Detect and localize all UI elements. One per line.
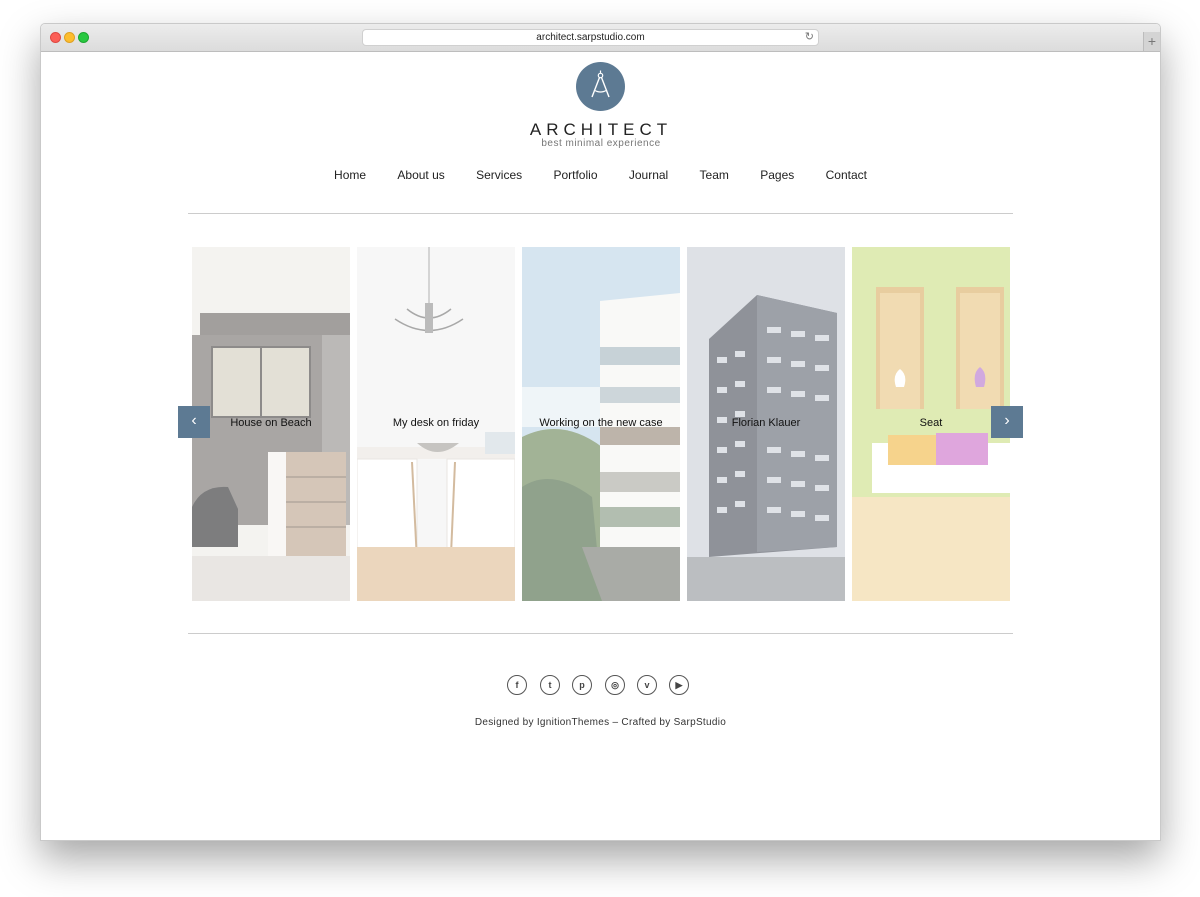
compass-icon[interactable] — [576, 62, 625, 111]
nav-item-journal[interactable]: Journal — [629, 168, 668, 182]
twitter-icon[interactable]: t — [540, 675, 560, 695]
nav-item-pages[interactable]: Pages — [760, 168, 794, 182]
slider-prev-button[interactable]: ‹ — [178, 406, 210, 438]
youtube-icon[interactable]: ▶ — [669, 675, 689, 695]
reload-icon[interactable]: ↻ — [805, 30, 814, 45]
slide-caption[interactable]: House on Beach — [192, 417, 350, 429]
nav-item-team[interactable]: Team — [700, 168, 729, 182]
nav-item-contact[interactable]: Contact — [826, 168, 867, 182]
slide-caption[interactable]: Seat — [852, 417, 1010, 429]
browser-titlebar: architect.sarpstudio.com ↻ + — [41, 24, 1160, 52]
zoom-window-button[interactable] — [78, 32, 89, 43]
slide-caption[interactable]: Florian Klauer — [687, 417, 845, 429]
site-tagline: best minimal experience — [541, 138, 661, 149]
chevron-right-icon: › — [1004, 412, 1010, 429]
nav-item-portfolio[interactable]: Portfolio — [553, 168, 597, 182]
nav-item-home[interactable]: Home — [334, 168, 366, 182]
slide-caption[interactable]: My desk on friday — [357, 417, 515, 429]
minimize-window-button[interactable] — [64, 32, 75, 43]
nav-item-about-us[interactable]: About us — [397, 168, 444, 182]
slide-house-on-beach[interactable]: House on Beach — [192, 247, 350, 601]
pinterest-icon[interactable]: p — [572, 675, 592, 695]
slide-seat[interactable]: Seat — [852, 247, 1010, 601]
address-bar[interactable]: architect.sarpstudio.com ↻ — [362, 29, 819, 46]
new-tab-button[interactable]: + — [1143, 32, 1160, 51]
bottom-divider — [188, 633, 1013, 634]
nav-item-services[interactable]: Services — [476, 168, 522, 182]
slide-working-on-the-new-case[interactable]: Working on the new case — [522, 247, 680, 601]
facebook-icon[interactable]: f — [507, 675, 527, 695]
top-divider — [188, 213, 1013, 214]
slide-my-desk-on-friday[interactable]: My desk on friday — [357, 247, 515, 601]
slider-next-button[interactable]: › — [991, 406, 1023, 438]
close-window-button[interactable] — [50, 32, 61, 43]
page-content: ARCHITECT best minimal experience Home A… — [41, 52, 1160, 840]
slide-florian-klauer[interactable]: Florian Klauer — [687, 247, 845, 601]
dribbble-icon[interactable]: ◎ — [605, 675, 625, 695]
chevron-left-icon: ‹ — [191, 412, 197, 429]
browser-window: architect.sarpstudio.com ↻ + ARCHITECT b… — [40, 23, 1161, 841]
site-title[interactable]: ARCHITECT — [501, 120, 701, 140]
address-url: architect.sarpstudio.com — [536, 32, 645, 43]
footer-credits: Designed by IgnitionThemes – Crafted by … — [474, 717, 727, 728]
main-navigation: Home About us Services Portfolio Journal… — [41, 168, 1160, 182]
vimeo-icon[interactable]: v — [637, 675, 657, 695]
slide-caption[interactable]: Working on the new case — [522, 417, 680, 429]
